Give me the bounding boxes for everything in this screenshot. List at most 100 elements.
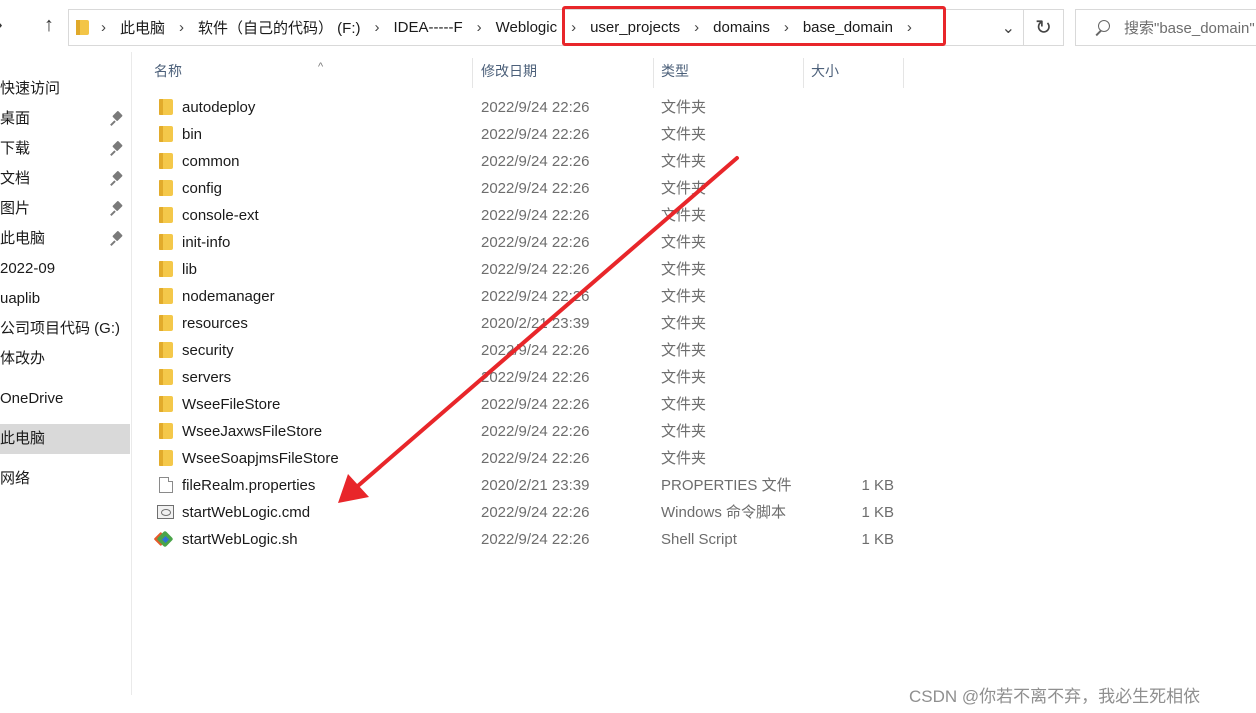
file-row[interactable]: security 2022/9/24 22:26 文件夹 [132, 337, 912, 364]
document-icon [159, 477, 173, 493]
column-header-size[interactable]: 大小 [803, 60, 903, 90]
column-header-date[interactable]: 修改日期 [473, 60, 653, 90]
file-type: Shell Script [661, 531, 737, 548]
breadcrumb-item[interactable]: IDEA-----F [388, 19, 469, 36]
file-name: WseeFileStore [182, 396, 281, 413]
file-row[interactable]: init-info 2022/9/24 22:26 文件夹 [132, 229, 912, 256]
file-type: 文件夹 [661, 234, 707, 251]
breadcrumb-item[interactable]: user_projects [584, 19, 686, 36]
file-row[interactable]: console-ext 2022/9/24 22:26 文件夹 [132, 202, 912, 229]
file-name: common [182, 153, 240, 170]
sidebar-item[interactable]: 文档 [0, 164, 130, 194]
folder-icon [159, 342, 173, 358]
folder-icon [76, 20, 89, 35]
search-placeholder: 搜索"base_domain" [1124, 20, 1255, 37]
sidebar-item-label: 公司项目代码 (G:) [0, 320, 120, 337]
chevron-down-icon[interactable]: ⌄ [1002, 18, 1015, 38]
pin-icon[interactable] [110, 202, 124, 216]
folder-icon [159, 315, 173, 331]
command-script-icon [157, 505, 174, 519]
breadcrumb-item[interactable]: domains [707, 19, 776, 36]
address-bar[interactable]: › 此电脑 › 软件（自己的代码） (F:) › IDEA-----F › Weblogic ›… [68, 9, 1024, 46]
refresh-button[interactable]: ↻ [1024, 9, 1064, 46]
file-name: fileRealm.properties [182, 477, 316, 494]
file-date: 2022/9/24 22:26 [481, 234, 590, 251]
file-row[interactable]: WseeFileStore 2022/9/24 22:26 文件夹 [132, 391, 912, 418]
up-arrow-icon[interactable]: ↑ [44, 14, 54, 37]
folder-icon [159, 261, 173, 277]
breadcrumb-item[interactable]: 此电脑 [114, 17, 171, 38]
file-date: 2022/9/24 22:26 [481, 180, 590, 197]
file-name: config [182, 180, 223, 197]
sidebar-item[interactable]: 桌面 [0, 104, 130, 134]
pin-icon[interactable] [110, 142, 124, 156]
file-type: 文件夹 [661, 207, 707, 224]
breadcrumb-item[interactable]: Weblogic [490, 19, 563, 36]
file-row[interactable]: config 2022/9/24 22:26 文件夹 [132, 175, 912, 202]
breadcrumb-separator-icon[interactable]: › [469, 19, 490, 36]
sidebar-item-label: 桌面 [0, 110, 31, 127]
file-date: 2022/9/24 22:26 [481, 99, 590, 116]
file-type: 文件夹 [661, 342, 707, 359]
sidebar-item[interactable]: 快速访问 [0, 74, 130, 104]
file-name: WseeJaxwsFileStore [182, 423, 323, 440]
file-row[interactable]: autodeploy 2022/9/24 22:26 文件夹 [132, 94, 912, 121]
file-date: 2022/9/24 22:26 [481, 288, 590, 305]
file-type: 文件夹 [661, 423, 707, 440]
file-row[interactable]: common 2022/9/24 22:26 文件夹 [132, 148, 912, 175]
sidebar-item-label: 此电脑 [0, 230, 46, 247]
breadcrumb-item[interactable]: 软件（自己的代码） (F:) [192, 17, 367, 38]
sidebar-item[interactable]: 网络 [0, 464, 130, 494]
breadcrumb-separator-icon[interactable]: › [686, 19, 707, 36]
file-name: console-ext [182, 207, 259, 224]
breadcrumb-separator-icon[interactable]: › [776, 19, 797, 36]
sidebar-item[interactable]: 公司项目代码 (G:) [0, 314, 130, 344]
pin-icon[interactable] [110, 232, 124, 246]
breadcrumb-separator-icon[interactable]: › [563, 19, 584, 36]
folder-icon [159, 396, 173, 412]
file-type: 文件夹 [661, 153, 707, 170]
sidebar-item[interactable]: 此电脑 [0, 424, 130, 454]
file-row[interactable]: WseeJaxwsFileStore 2022/9/24 22:26 文件夹 [132, 418, 912, 445]
sidebar-item[interactable]: 此电脑 [0, 224, 130, 254]
file-row[interactable]: startWebLogic.cmd 2022/9/24 22:26 Windows … [132, 499, 912, 526]
watermark: CSDN @你若不离不弃，我必生死相依 [909, 687, 1201, 706]
file-type: 文件夹 [661, 288, 707, 305]
sidebar-item-label: 2022-09 [0, 260, 56, 277]
file-date: 2022/9/24 22:26 [481, 423, 590, 440]
file-date: 2022/9/24 22:26 [481, 342, 590, 359]
file-row[interactable]: fileRealm.properties 2020/2/21 23:39 PROPE… [132, 472, 912, 499]
file-row[interactable]: startWebLogic.sh 2022/9/24 22:26 Shell Scr… [132, 526, 912, 553]
file-date: 2022/9/24 22:26 [481, 207, 590, 224]
search-input[interactable]: 搜索"base_domain" [1075, 9, 1256, 46]
sidebar-item[interactable]: 2022-09 [0, 254, 130, 284]
column-divider[interactable] [903, 58, 904, 88]
back-chevron-icon[interactable]: › [0, 14, 3, 37]
sidebar-item[interactable]: 下载 [0, 134, 130, 164]
pin-icon[interactable] [110, 112, 124, 126]
breadcrumb-item[interactable]: base_domain [797, 19, 899, 36]
file-name: resources [182, 315, 248, 332]
sidebar-item-label: 此电脑 [0, 430, 46, 447]
sidebar-item[interactable]: 图片 [0, 194, 130, 224]
sidebar-item[interactable]: uaplib [0, 284, 130, 314]
sidebar-item[interactable]: 体改办 [0, 344, 130, 374]
folder-icon [159, 234, 173, 250]
breadcrumb-separator-icon[interactable]: › [899, 19, 920, 36]
file-row[interactable]: WseeSoapjmsFileStore 2022/9/24 22:26 文件夹 [132, 445, 912, 472]
breadcrumb-separator-icon[interactable]: › [171, 19, 192, 36]
file-row[interactable]: lib 2022/9/24 22:26 文件夹 [132, 256, 912, 283]
column-header-type[interactable]: 类型 [653, 60, 803, 90]
file-type: Windows 命令脚本 [661, 504, 787, 521]
file-row[interactable]: bin 2022/9/24 22:26 文件夹 [132, 121, 912, 148]
file-row[interactable]: resources 2020/2/21 23:39 文件夹 [132, 310, 912, 337]
file-row[interactable]: nodemanager 2022/9/24 22:26 文件夹 [132, 283, 912, 310]
file-row[interactable]: servers 2022/9/24 22:26 文件夹 [132, 364, 912, 391]
column-header-name[interactable]: 名称 ^ [146, 60, 486, 90]
file-type: 文件夹 [661, 180, 707, 197]
breadcrumb-separator-icon[interactable]: › [93, 19, 114, 36]
folder-icon [159, 450, 173, 466]
breadcrumb-separator-icon[interactable]: › [367, 19, 388, 36]
pin-icon[interactable] [110, 172, 124, 186]
sidebar-item[interactable]: OneDrive [0, 384, 130, 414]
